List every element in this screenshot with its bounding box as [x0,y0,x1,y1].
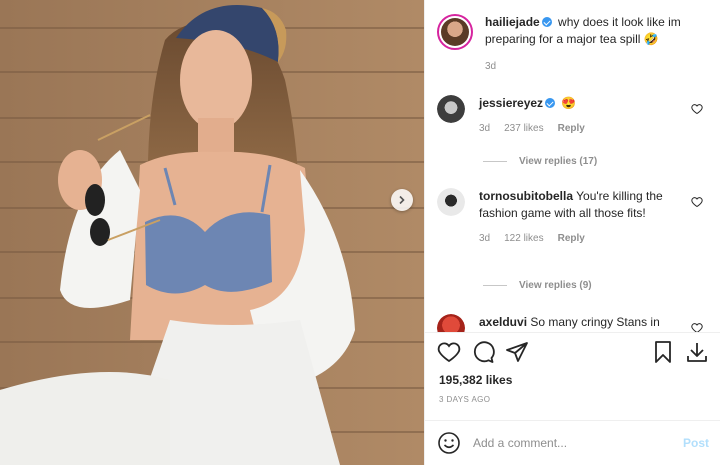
view-replies-label: View replies (17) [519,156,598,167]
add-comment-bar: Post [425,420,720,465]
commenter-username[interactable]: axelduvi [479,315,527,329]
comment-text: 😍 [561,96,577,110]
post-sidebar: hailiejade why does it look like im prep… [424,0,720,465]
next-photo-button[interactable] [391,189,413,211]
comment-item: jessiereyez 😍 3d 237 likes Reply [437,95,713,137]
caption-block: hailiejade why does it look like im prep… [437,14,713,75]
caption-age: 3d [485,61,497,72]
verified-badge-icon [541,17,552,27]
heart-icon[interactable] [437,340,461,364]
post-comment-button[interactable]: Post [683,436,709,450]
smiley-icon[interactable] [437,431,461,455]
section-divider [425,332,720,333]
post-date[interactable]: 3 DAYS AGO [439,395,490,404]
heart-icon[interactable] [691,103,703,115]
reply-button[interactable]: Reply [558,230,585,247]
bookmark-icon[interactable] [651,340,675,364]
commenter-username[interactable]: jessiereyez [479,96,543,110]
commenter-avatar[interactable] [437,314,465,332]
paper-plane-icon[interactable] [505,340,529,364]
replies-divider [483,161,507,162]
view-replies-button[interactable]: View replies (17) [483,156,597,167]
commenter-username[interactable]: tornosubitobella [479,189,573,203]
replies-divider [483,285,507,286]
verified-badge-icon [545,98,556,108]
action-bar [437,340,713,368]
view-replies-label: View replies (9) [519,280,592,291]
download-icon[interactable] [685,340,709,364]
commenter-avatar[interactable] [437,188,465,216]
comment-text: So many cringy Stans in [530,315,660,329]
heart-icon[interactable] [691,322,703,332]
commenter-avatar[interactable] [437,95,465,123]
post-image [0,0,424,465]
comment-input[interactable] [473,436,683,450]
comment-item: tornosubitobella You're killing the fash… [437,188,713,247]
comment-age: 3d [479,123,491,134]
author-avatar[interactable] [437,14,473,50]
author-username[interactable]: hailiejade [485,15,540,29]
comment-likes[interactable]: 122 likes [504,230,543,247]
chevron-right-icon [399,195,405,205]
heart-icon[interactable] [691,196,703,208]
reply-button[interactable]: Reply [558,120,585,137]
comment-bubble-icon[interactable] [471,340,495,364]
like-count[interactable]: 195,382 likes [439,373,512,387]
post-photo[interactable] [0,0,424,465]
comment-age: 3d [479,233,491,244]
comment-clip: axelduvi So many cringy Stans in [425,310,720,332]
comment-item: axelduvi So many cringy Stans in [437,314,713,332]
instagram-post: hailiejade why does it look like im prep… [0,0,720,465]
view-replies-button[interactable]: View replies (9) [483,280,592,291]
comment-likes[interactable]: 237 likes [504,120,543,137]
